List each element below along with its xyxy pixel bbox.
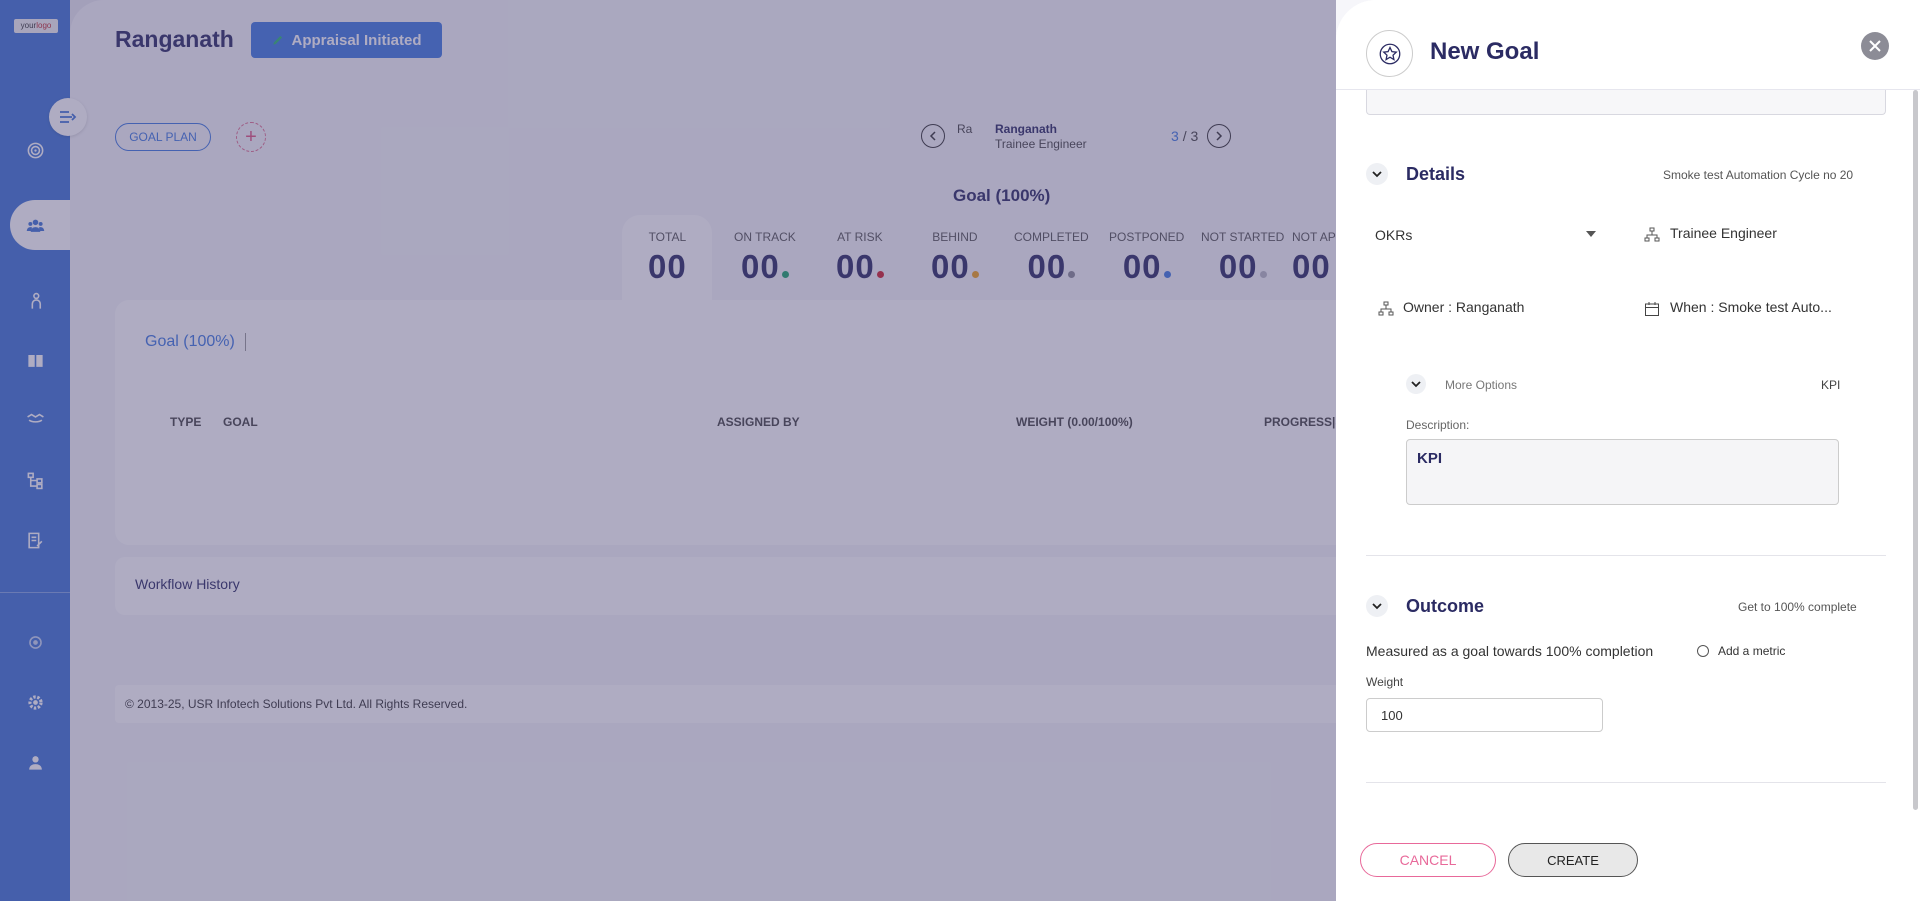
goal-type-select[interactable]: OKRs: [1375, 227, 1412, 243]
owner-field[interactable]: Owner : Ranganath: [1403, 299, 1524, 315]
weight-label: Weight: [1366, 675, 1404, 689]
outcome-subtitle: Get to 100% complete: [1738, 600, 1857, 614]
section-divider: [1366, 782, 1886, 783]
panel-title: New Goal: [1430, 38, 1540, 65]
outcome-section-title: Outcome: [1406, 596, 1485, 616]
create-button[interactable]: CREATE: [1508, 843, 1638, 877]
chevron-down-icon: [1372, 171, 1382, 178]
add-metric-label[interactable]: Add a metric: [1718, 644, 1785, 658]
details-section-title: Details: [1406, 164, 1466, 184]
chevron-down-icon: [1411, 381, 1421, 388]
when-field[interactable]: When : Smoke test Auto...: [1670, 299, 1832, 315]
more-options-toggle[interactable]: [1406, 374, 1426, 394]
description-textarea[interactable]: KPI: [1406, 439, 1839, 505]
panel-header: New Goal: [1336, 0, 1920, 90]
dropdown-arrow-icon[interactable]: [1586, 231, 1596, 237]
chevron-down-icon: [1372, 603, 1382, 610]
new-goal-panel: New Goal Details Smoke test Automation C…: [1336, 0, 1920, 901]
details-collapse-toggle[interactable]: [1366, 163, 1388, 185]
description-label: Description:: [1406, 418, 1470, 432]
section-divider: [1366, 555, 1886, 556]
owner-hierarchy-icon: [1378, 301, 1394, 316]
goal-role-field[interactable]: Trainee Engineer: [1670, 225, 1777, 241]
close-icon: [1869, 40, 1881, 52]
calendar-icon: [1645, 302, 1659, 316]
more-options-value: KPI: [1821, 378, 1841, 392]
panel-scrollbar[interactable]: [1913, 90, 1918, 810]
outcome-measure-text: Measured as a goal towards 100% completi…: [1366, 643, 1654, 659]
add-metric-radio[interactable]: [1697, 645, 1709, 657]
hierarchy-icon: [1644, 227, 1660, 242]
close-panel-button[interactable]: [1861, 32, 1889, 60]
modal-backdrop[interactable]: [0, 0, 1336, 901]
goal-icon-badge: [1366, 30, 1413, 77]
details-cycle-name: Smoke test Automation Cycle no 20: [1663, 168, 1854, 182]
outcome-collapse-toggle[interactable]: [1366, 595, 1388, 617]
cancel-button[interactable]: CANCEL: [1360, 843, 1496, 877]
weight-input[interactable]: 100: [1366, 698, 1603, 732]
star-goal-icon: [1379, 43, 1400, 64]
more-options-label: More Options: [1445, 378, 1518, 392]
